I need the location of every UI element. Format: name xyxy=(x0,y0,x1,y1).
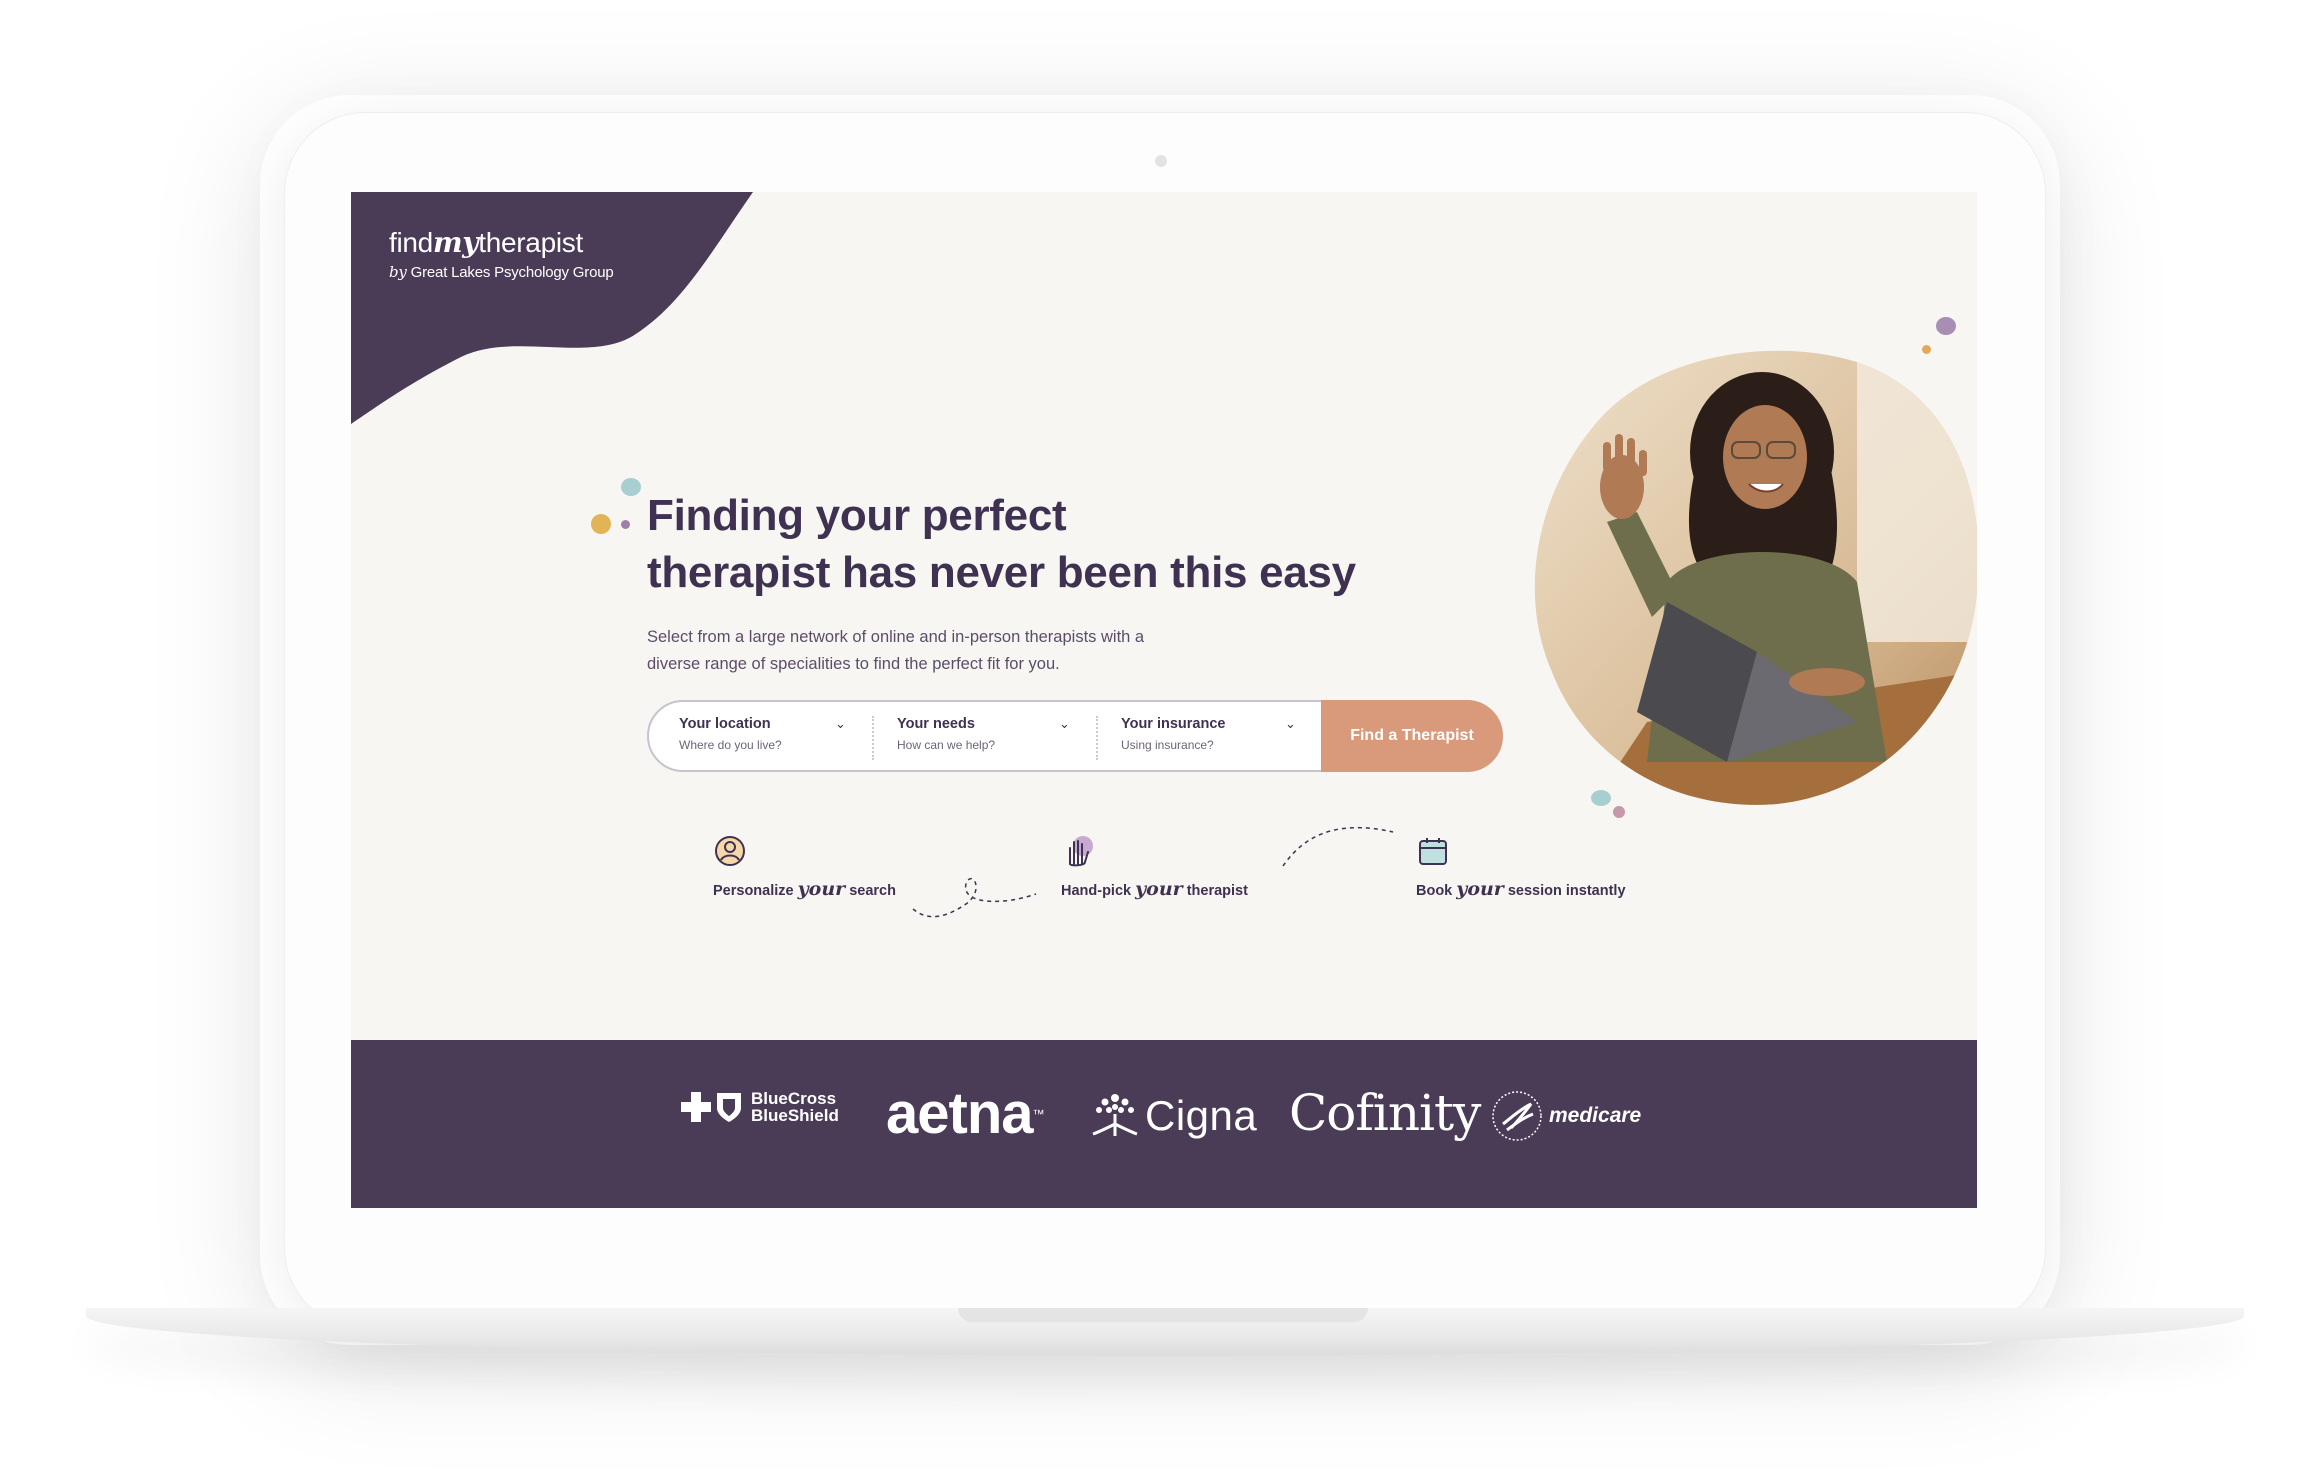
headline-line-1: Finding your perfect xyxy=(647,491,1067,540)
camera-dot xyxy=(1155,155,1167,167)
subtext-line-2: diverse range of specialities to find th… xyxy=(647,655,1060,673)
feature-text: Hand-pick your therapist xyxy=(1061,878,1248,900)
hero-subtext: Select from a large network of online an… xyxy=(647,624,1207,678)
needs-placeholder: How can we help? xyxy=(897,738,996,752)
dashed-connector xyxy=(1282,827,1394,867)
cigna-tree-icon xyxy=(1092,1094,1138,1136)
insurance-placeholder: Using insurance? xyxy=(1121,738,1214,752)
cigna-wordmark: Cigna xyxy=(1145,1092,1258,1139)
feature-book: Book your session instantly xyxy=(1416,834,1626,900)
bluecross-blueshield-logo: BlueCross BlueShield xyxy=(681,1090,839,1124)
find-therapist-button[interactable]: Find a Therapist xyxy=(1321,700,1503,772)
medicare-wordmark: medicare xyxy=(1549,1104,1642,1127)
decor-dot-purple xyxy=(621,520,630,529)
aetna-logo: aetna ™ xyxy=(886,1081,1045,1146)
feature-text: Book your session instantly xyxy=(1416,878,1626,900)
location-placeholder: Where do you live? xyxy=(679,738,782,752)
bcbs-wordmark: BlueCross BlueShield xyxy=(751,1089,839,1125)
site-logo[interactable]: findmytherapist by Great Lakes Psycholog… xyxy=(389,226,614,281)
headline-line-2: therapist has never been this easy xyxy=(647,548,1356,597)
field-divider xyxy=(1096,716,1098,760)
decor-dot-teal xyxy=(621,478,641,496)
website-screen: findmytherapist by Great Lakes Psycholog… xyxy=(351,192,1977,1208)
subtext-line-1: Select from a large network of online an… xyxy=(647,628,1145,646)
user-circle-icon xyxy=(715,836,745,866)
decor-dot-purple-top xyxy=(1936,317,1956,335)
feature-handpick: Hand-pick your therapist xyxy=(1061,834,1248,900)
decor-dot-gold xyxy=(591,514,611,534)
cofinity-logo: Cofinity xyxy=(1289,1084,1481,1142)
insurance-label: Your insurance xyxy=(1121,716,1226,732)
bluecross-shield-icon xyxy=(681,1092,741,1122)
chevron-down-icon[interactable]: ⌄ xyxy=(835,716,846,732)
needs-label: Your needs xyxy=(897,716,975,732)
hero-headline: Finding your perfect therapist has never… xyxy=(647,487,1407,601)
chevron-down-icon[interactable]: ⌄ xyxy=(1059,716,1070,732)
laptop-base-notch xyxy=(958,1308,1368,1322)
hhs-eagle-seal-icon xyxy=(1492,1091,1542,1141)
cigna-logo: Cigna xyxy=(1091,1090,1257,1142)
location-label: Your location xyxy=(679,716,771,732)
logo-tagline: by Great Lakes Psychology Group xyxy=(389,263,614,281)
feature-text: Personalize your search xyxy=(713,878,896,900)
dashed-connector xyxy=(912,877,1037,918)
medicare-logo: medicare xyxy=(1491,1090,1641,1142)
insurance-partners-band: BlueCross BlueShield aetna ™ Cigna Cofinit… xyxy=(351,1040,1977,1208)
therapist-search-bar: Your location Where do you live? ⌄ Your … xyxy=(647,700,1503,772)
needs-dropdown[interactable]: Your needs How can we help? xyxy=(897,716,1067,756)
field-divider xyxy=(872,716,874,760)
logo-wordmark: findmytherapist xyxy=(389,226,583,259)
hero-photo-woman-waving xyxy=(1534,350,1977,805)
location-dropdown[interactable]: Your location Where do you live? xyxy=(679,716,849,756)
raised-hand-icon xyxy=(1069,836,1093,867)
chevron-down-icon[interactable]: ⌄ xyxy=(1285,716,1296,732)
insurance-dropdown[interactable]: Your insurance Using insurance? xyxy=(1121,716,1291,756)
feature-personalize: Personalize your search xyxy=(713,834,896,900)
calendar-icon xyxy=(1419,838,1447,865)
